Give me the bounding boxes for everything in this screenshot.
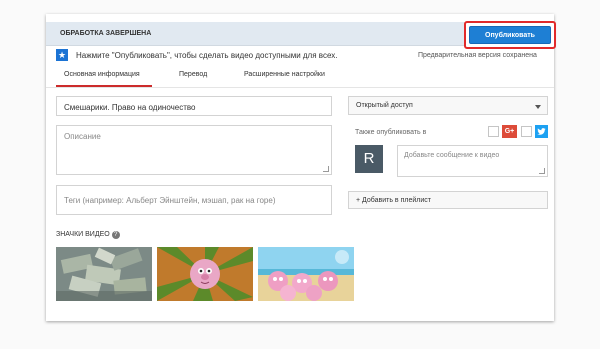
thumbnail-money[interactable] (56, 247, 152, 301)
twitter-icon (535, 125, 548, 138)
share-message-placeholder: Добавьте сообщение к видео (404, 152, 500, 159)
resize-handle-icon[interactable] (539, 168, 545, 174)
tabs-divider (46, 87, 554, 88)
google-plus-icon: G+ (502, 125, 517, 138)
upload-card: ОБРАБОТКА ЗАВЕРШЕНА Опубликовать ★ Нажми… (46, 14, 556, 321)
info-message: Нажмите "Опубликовать", чтобы сделать ви… (76, 51, 338, 60)
thumbnail-smeshariki-beach[interactable] (258, 247, 354, 301)
help-icon[interactable]: ? (111, 231, 120, 239)
privacy-select[interactable]: Открытый доступ (348, 96, 548, 115)
star-icon: ★ (56, 49, 68, 61)
also-publish-label: Также опубликовать в (355, 129, 427, 136)
add-to-playlist-button[interactable]: + Добавить в плейлист (348, 191, 548, 209)
status-title: ОБРАБОТКА ЗАВЕРШЕНА (60, 30, 152, 37)
privacy-value: Открытый доступ (356, 102, 413, 109)
tab-advanced-settings[interactable]: Расширенные настройки (244, 71, 325, 78)
thumbnail-smeshariki-palm[interactable] (157, 247, 253, 301)
publish-button[interactable]: Опубликовать (469, 26, 551, 44)
tab-translation[interactable]: Перевод (179, 71, 207, 78)
twitter-checkbox[interactable] (521, 126, 532, 137)
add-to-playlist-label: + Добавить в плейлист (356, 197, 431, 204)
thumbnails-label: ЗНАЧКИ ВИДЕО? (56, 231, 120, 239)
title-value: Смешарики. Право на одиночество (64, 103, 196, 112)
preview-status: Предварительная версия сохранена (418, 52, 537, 59)
avatar: R (355, 145, 383, 173)
title-input[interactable]: Смешарики. Право на одиночество (56, 96, 332, 116)
chevron-down-icon (535, 105, 541, 109)
tab-basic-info[interactable]: Основная информация (64, 71, 140, 78)
tags-input[interactable]: Теги (например: Альберт Эйнштейн, мэшап,… (56, 185, 332, 215)
resize-handle-icon[interactable] (323, 166, 329, 172)
gplus-checkbox[interactable] (488, 126, 499, 137)
publish-highlight: Опубликовать (464, 21, 556, 49)
description-textarea[interactable]: Описание (56, 125, 332, 175)
share-message-textarea[interactable]: Добавьте сообщение к видео (397, 145, 548, 177)
description-placeholder: Описание (64, 132, 101, 141)
tags-placeholder: Теги (например: Альберт Эйнштейн, мэшап,… (64, 196, 276, 205)
